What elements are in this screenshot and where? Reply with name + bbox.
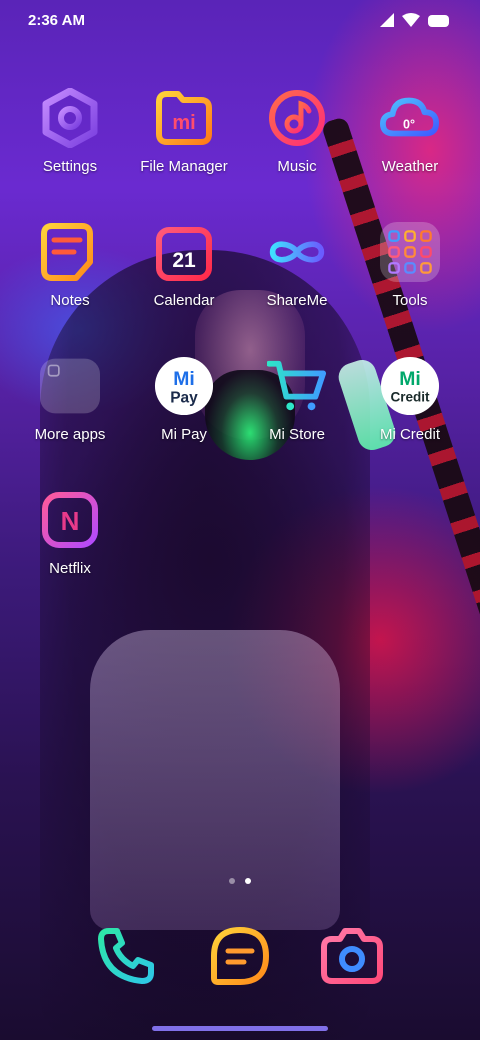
app-label: Tools bbox=[392, 292, 428, 309]
weather-badge: 0° bbox=[403, 118, 415, 132]
calendar-badge: 21 bbox=[172, 249, 196, 272]
app-label: Settings bbox=[42, 158, 98, 175]
app-label: Mi Credit bbox=[379, 426, 440, 443]
phone-icon bbox=[95, 925, 157, 992]
app-label: Weather bbox=[381, 158, 439, 175]
app-notes[interactable]: Notes bbox=[10, 222, 130, 332]
more-apps-folder-icon bbox=[40, 356, 100, 416]
app-mi-credit[interactable]: Mi Credit Mi Credit bbox=[350, 356, 470, 466]
shareme-icon bbox=[267, 222, 327, 282]
mi-credit-icon: Mi Credit bbox=[380, 356, 440, 416]
wifi-icon bbox=[402, 13, 420, 32]
home-indicator[interactable] bbox=[152, 1026, 328, 1031]
camera-icon bbox=[320, 927, 384, 990]
app-label: Calendar bbox=[153, 292, 215, 309]
app-label: Mi Store bbox=[269, 426, 325, 443]
page-dot-active[interactable] bbox=[245, 878, 251, 884]
app-label: ShareMe bbox=[266, 292, 328, 309]
weather-icon: 0° bbox=[380, 88, 440, 148]
app-label: More apps bbox=[34, 426, 106, 443]
app-calendar[interactable]: 21 Calendar bbox=[124, 222, 244, 332]
app-settings[interactable]: Settings bbox=[10, 88, 130, 198]
app-label: Notes bbox=[50, 292, 90, 309]
app-label: Netflix bbox=[49, 560, 91, 577]
settings-icon bbox=[40, 88, 100, 148]
dock-phone[interactable] bbox=[94, 926, 158, 990]
tools-folder-icon bbox=[380, 222, 440, 282]
messages-icon bbox=[209, 925, 271, 992]
app-music[interactable]: Music bbox=[237, 88, 357, 198]
app-mi-store[interactable]: Mi Store bbox=[237, 356, 357, 466]
app-label: Mi Pay bbox=[161, 426, 207, 443]
app-file-manager[interactable]: mi File Manager bbox=[124, 88, 244, 198]
status-bar: 2:36 AM bbox=[0, 0, 480, 44]
netflix-icon: N bbox=[40, 490, 100, 550]
signal-icon bbox=[380, 13, 394, 32]
music-icon bbox=[267, 88, 327, 148]
home-screen: 2:36 AM Settings mi File Manager Music 0… bbox=[0, 0, 480, 1040]
file-manager-icon: mi bbox=[154, 88, 214, 148]
page-indicator bbox=[0, 878, 480, 884]
calendar-icon: 21 bbox=[154, 222, 214, 282]
netflix-badge: N bbox=[61, 506, 80, 536]
app-tools-folder[interactable]: Tools bbox=[350, 222, 470, 332]
battery-icon bbox=[428, 14, 450, 32]
notes-icon bbox=[40, 222, 100, 282]
dock-camera[interactable] bbox=[320, 926, 384, 990]
app-label: Music bbox=[277, 158, 317, 175]
app-label: File Manager bbox=[140, 158, 228, 175]
app-shareme[interactable]: ShareMe bbox=[237, 222, 357, 332]
mi-pay-word: Pay bbox=[170, 389, 198, 406]
status-time: 2:36 AM bbox=[28, 12, 85, 29]
mi-pay-icon: Mi Pay bbox=[154, 356, 214, 416]
app-mi-pay[interactable]: Mi Pay Mi Pay bbox=[124, 356, 244, 466]
wallpaper-shirt bbox=[90, 630, 340, 930]
mi-store-icon bbox=[267, 356, 327, 416]
app-netflix[interactable]: N Netflix bbox=[10, 490, 130, 600]
app-weather[interactable]: 0° Weather bbox=[350, 88, 470, 198]
page-dot[interactable] bbox=[229, 878, 235, 884]
file-manager-badge: mi bbox=[172, 112, 195, 134]
dock-messages[interactable] bbox=[208, 926, 272, 990]
app-more-apps-folder[interactable]: More apps bbox=[10, 356, 130, 466]
mi-credit-word: Credit bbox=[390, 389, 430, 404]
mi-pay-mark: Mi bbox=[173, 368, 195, 390]
status-icons bbox=[380, 13, 450, 32]
mi-credit-mark: Mi bbox=[399, 368, 421, 390]
